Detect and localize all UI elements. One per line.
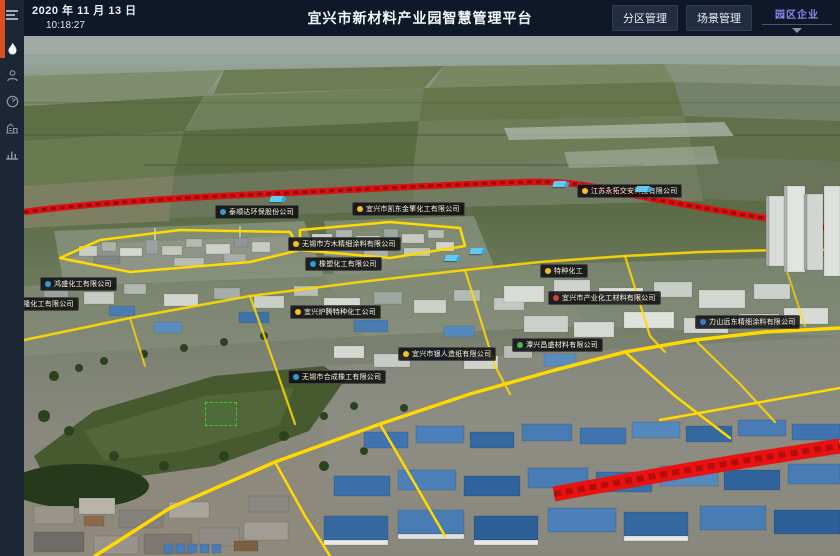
company-marker-icon [295,309,301,315]
menu-icon [5,9,19,21]
company-label-text: 泰顺达环保股份公司 [229,207,294,217]
sidebar-item-fire[interactable] [0,36,24,62]
zone-management-button[interactable]: 分区管理 [612,5,678,31]
company-label-text: 宜兴市凯东金擎化工有限公司 [366,204,460,214]
map-label[interactable]: 宜兴市产业化工材料有限公司 [548,291,661,305]
sidebar-item-statistics[interactable] [0,140,24,166]
map-label[interactable]: 无锡市合成橡工有限公司 [288,370,386,384]
current-date: 2020 年 11 月 13 日 [32,5,137,17]
building-icon [5,121,19,134]
scene-management-button[interactable]: 场景管理 [686,5,752,31]
header-actions: 分区管理 场景管理 园区企业 [612,0,834,36]
company-marker-icon [357,206,363,212]
map-label[interactable]: 潭兴昌盛材料有限公司 [512,338,603,352]
company-marker-icon [582,188,588,194]
company-marker-icon [545,268,551,274]
map-label[interactable]: 泰顺达环保股份公司 [215,205,299,219]
company-label-text: 潭兴昌盛材料有限公司 [526,340,598,350]
company-marker-icon [293,241,299,247]
sidebar-item-personnel[interactable] [0,62,24,88]
company-marker-icon [700,319,706,325]
company-marker-icon [517,342,523,348]
divider [762,24,832,25]
chevron-down-icon [792,28,802,33]
company-label-text: 鸿盛化工有限公司 [54,279,112,289]
left-sidebar [0,0,24,556]
app-window: 2020 年 11 月 13 日 10:18:27 宜兴市新材料产业园智慧管理平… [0,0,840,556]
current-time: 10:18:27 [46,20,137,31]
map-scene [24,36,840,556]
company-label-text: 江苏永拓交安科技有限公司 [591,186,677,196]
company-label-text: 宜兴炉腾特种化工公司 [304,307,376,317]
map-label[interactable]: 力山远东精细涂料有限公司 [695,315,800,329]
map-3d-viewport[interactable]: 泰顺达环保股份公司 宜兴市凯东金擎化工有限公司无锡市方木精细涂料有限公司橡塑化工有… [24,36,840,556]
map-label[interactable]: 鸿盛化工有限公司 [40,277,117,291]
company-label-text: 无锡市合成橡工有限公司 [302,372,381,382]
person-icon [6,69,19,82]
company-marker-icon [45,281,51,287]
company-label-text: 橡塑化工有限公司 [319,259,377,269]
dropdown-label: 园区企业 [775,6,819,21]
map-label[interactable]: 瑞隆化工有限公司 [24,297,79,311]
sidebar-item-monitor[interactable] [0,88,24,114]
gauge-icon [6,95,19,108]
selection-box [205,402,237,426]
company-marker-icon [220,209,226,215]
park-enterprise-dropdown[interactable]: 园区企业 [760,4,834,33]
bar-chart-icon [5,147,19,160]
top-bar: 2020 年 11 月 13 日 10:18:27 宜兴市新材料产业园智慧管理平… [0,0,840,36]
menu-toggle-button[interactable] [0,0,24,30]
company-label-text: 特种化工 [554,266,583,276]
company-label-text: 力山远东精细涂料有限公司 [709,317,795,327]
map-label[interactable]: 宜兴市银人造纸有限公司 [398,347,496,361]
map-label[interactable]: 宜兴市凯东金擎化工有限公司 [352,202,465,216]
company-label-text: 宜兴市银人造纸有限公司 [412,349,491,359]
company-label-text: 宜兴市产业化工材料有限公司 [562,293,656,303]
company-marker-icon [310,261,316,267]
map-label[interactable]: 无锡市方木精细涂料有限公司 [288,237,401,251]
company-marker-icon [553,295,559,301]
company-label-text: 瑞隆化工有限公司 [24,299,74,309]
map-label[interactable]: 江苏永拓交安科技有限公司 [577,184,682,198]
company-marker-icon [293,374,299,380]
datetime-block: 2020 年 11 月 13 日 10:18:27 [32,5,137,30]
map-label[interactable]: 宜兴炉腾特种化工公司 [290,305,381,319]
map-label[interactable]: 橡塑化工有限公司 [305,257,382,271]
company-label-text: 无锡市方木精细涂料有限公司 [302,239,396,249]
flame-icon [6,42,19,56]
sidebar-item-enterprise[interactable] [0,114,24,140]
map-label[interactable]: 特种化工 [540,264,588,278]
company-marker-icon [403,351,409,357]
